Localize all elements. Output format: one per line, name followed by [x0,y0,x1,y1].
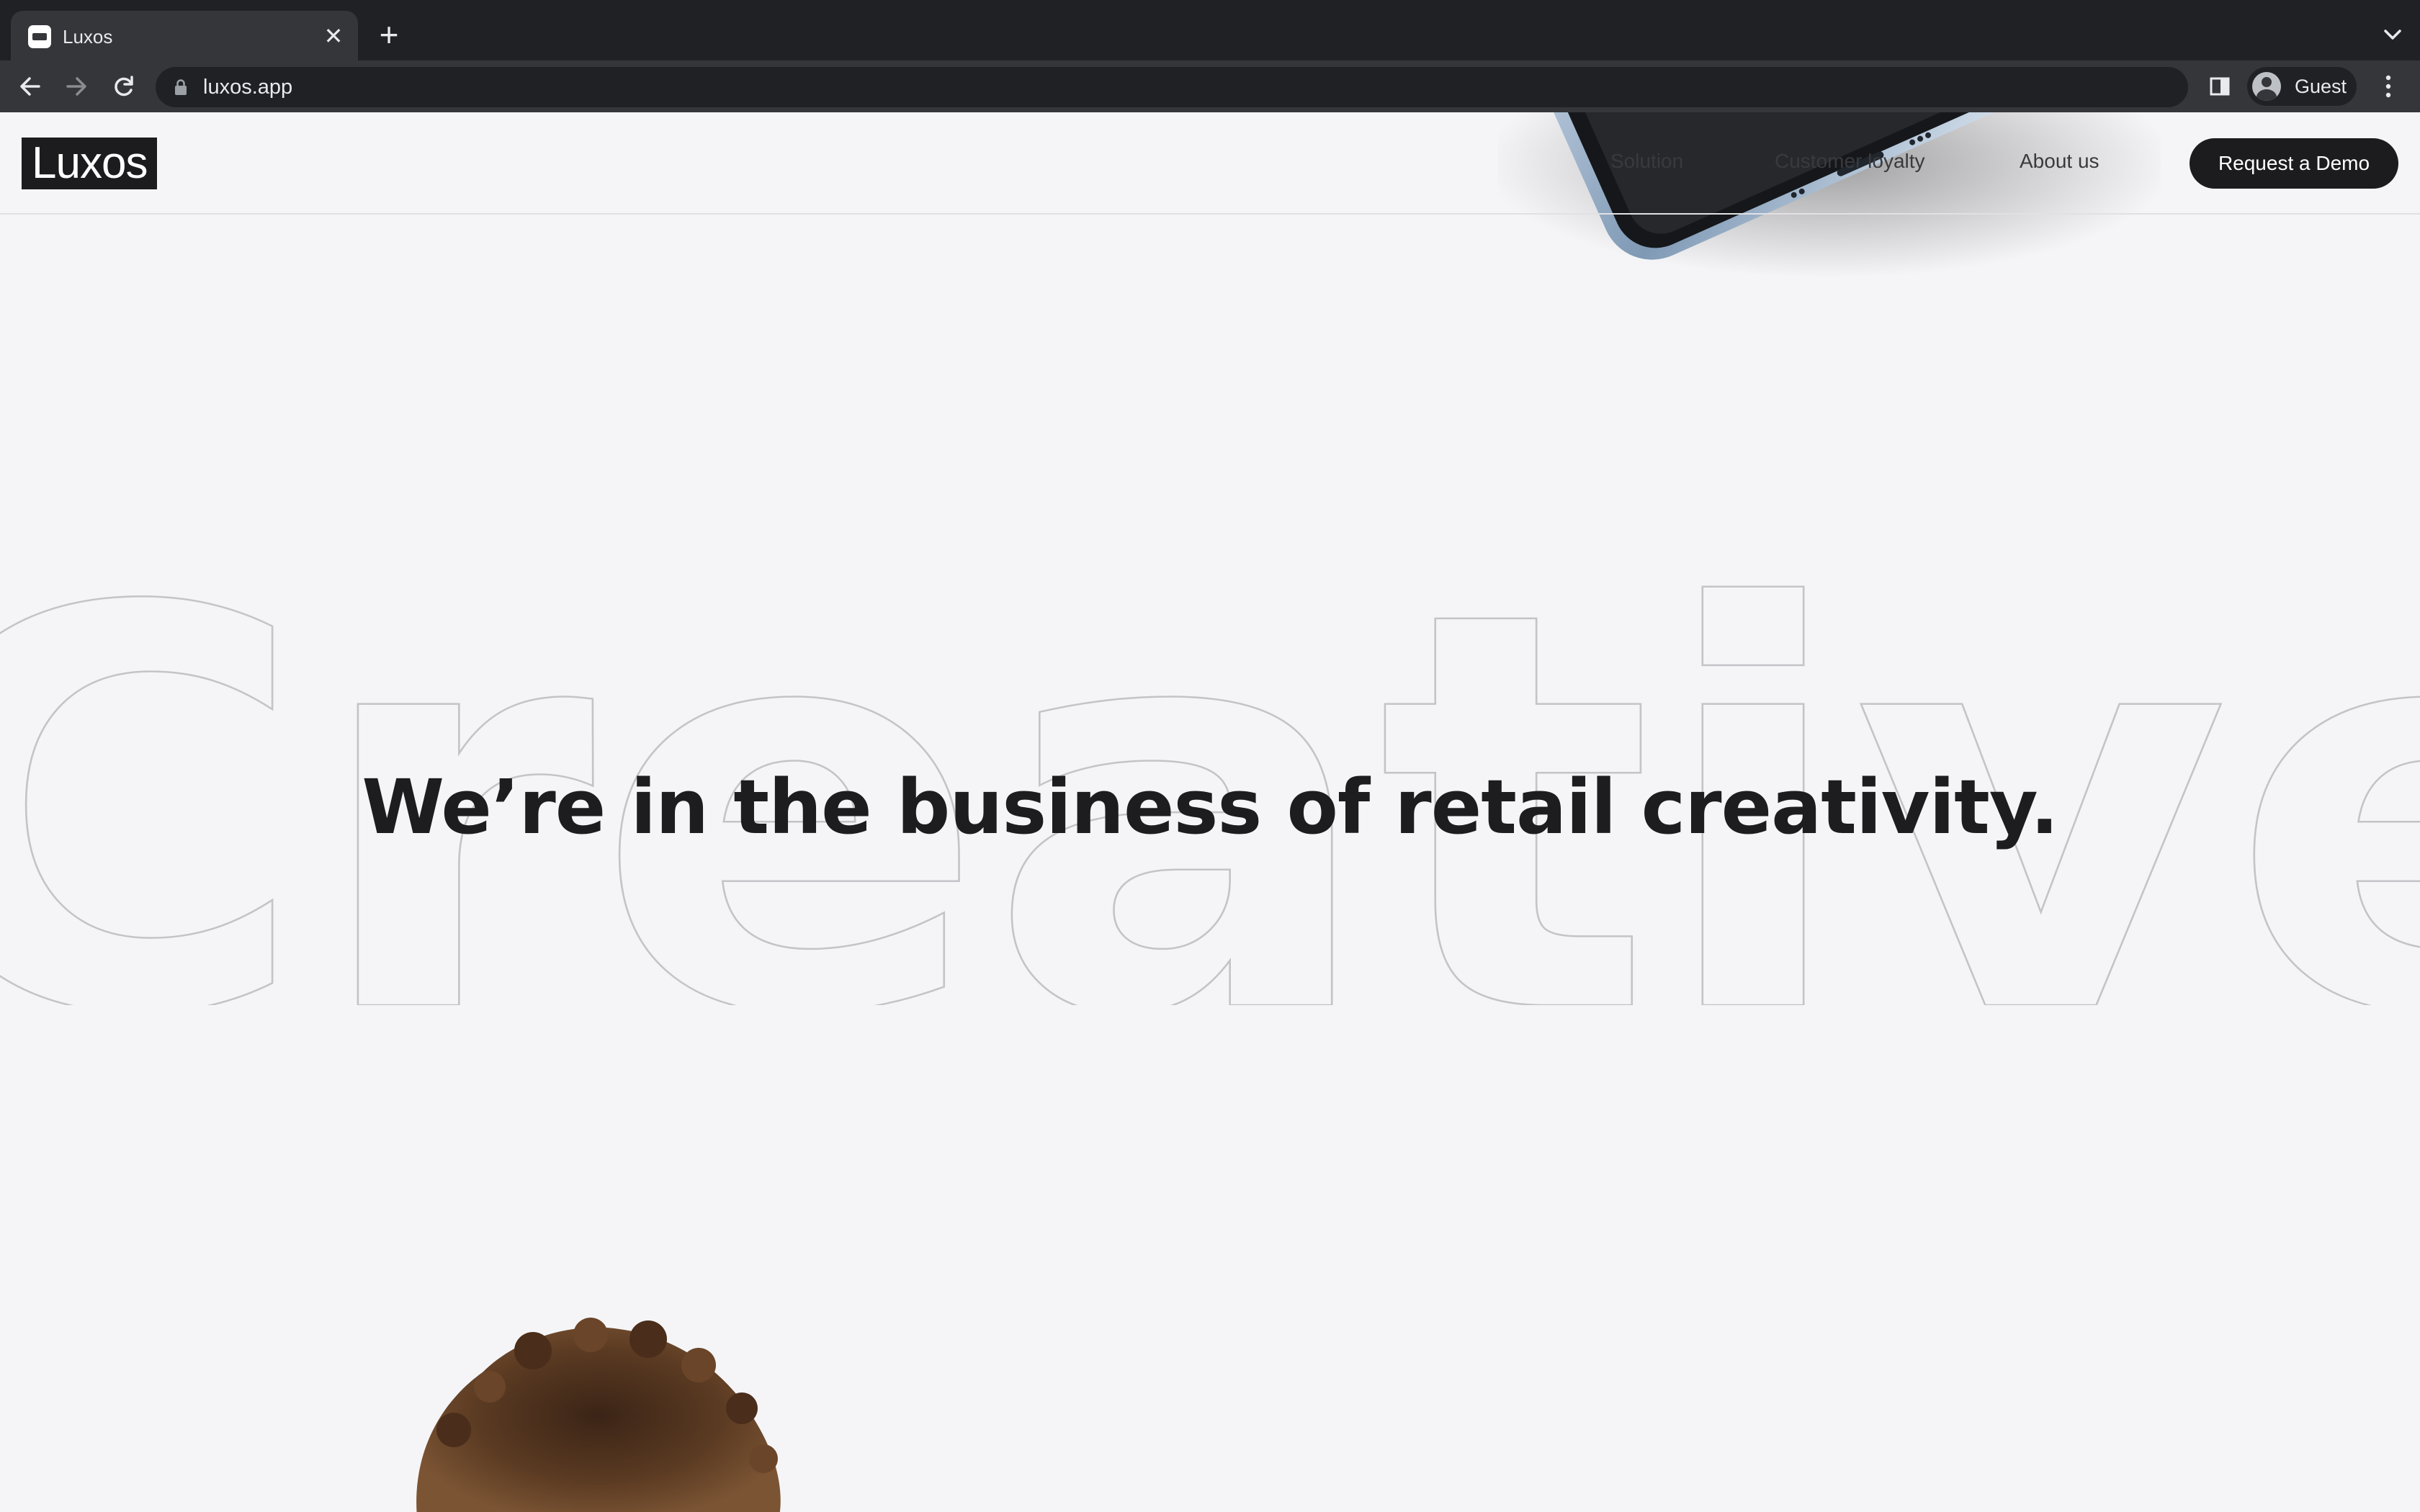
nav-link-solution[interactable]: Solution [1610,150,1683,173]
browser-toolbar: luxos.app Guest [0,60,2420,112]
profile-button[interactable]: Guest [2247,67,2357,106]
address-bar[interactable]: luxos.app [156,67,2188,107]
side-panel-icon[interactable] [2205,72,2234,101]
site-logo[interactable]: Luxos [22,138,158,189]
url-text: luxos.app [203,76,293,99]
new-tab-button[interactable]: + [371,17,407,53]
nav-link-customer-loyalty[interactable]: Customer loyalty [1775,150,1925,173]
site-header: Luxos Solution Customer loyalty About us… [0,112,2420,215]
tab-title: Luxos [63,26,113,48]
browser-tab[interactable]: Luxos ✕ [11,11,358,60]
person-photo [416,1318,781,1512]
web-page: Creative We’re in the business of retail… [0,112,2420,1512]
kebab-menu-icon[interactable] [2375,71,2401,102]
tab-search-icon[interactable] [2377,19,2408,50]
browser-window-icon [28,25,51,48]
nav-link-about-us[interactable]: About us [2020,150,2099,173]
hero-headline: We’re in the business of retail creativi… [362,763,2058,851]
lock-icon [175,79,187,95]
avatar-icon [2252,72,2281,101]
forward-arrow-icon[interactable] [58,68,95,105]
back-arrow-icon[interactable] [12,68,49,105]
reload-icon[interactable] [105,68,143,105]
request-demo-button[interactable]: Request a Demo [2190,138,2398,189]
browser-tab-strip: Luxos ✕ + [0,0,2420,60]
close-tab-icon[interactable]: ✕ [319,22,348,50]
profile-name: Guest [2295,76,2347,97]
